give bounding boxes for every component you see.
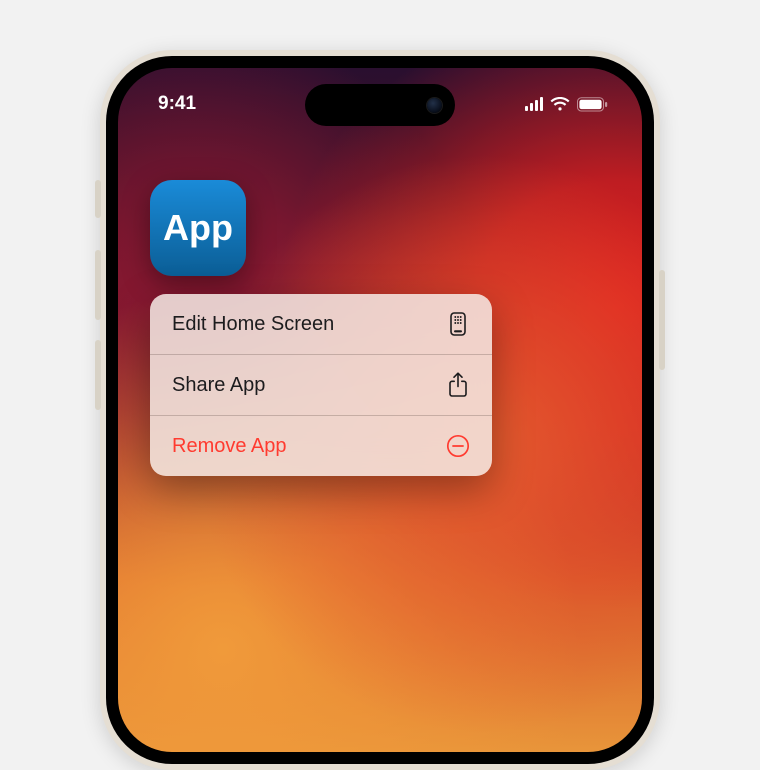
menu-item-label: Remove App [172,435,287,458]
phone-icon [446,312,470,336]
share-icon [446,373,470,397]
app-context-menu: Edit Home Screen [150,294,492,476]
remove-icon [446,434,470,458]
phone-bezel: 9:41 [106,56,654,764]
menu-item-label: Share App [172,374,265,397]
volume-down-button [95,340,101,410]
app-icon-label: App [163,207,233,249]
volume-up-button [95,250,101,320]
battery-icon [577,97,608,112]
phone-device-frame: 9:41 [100,50,660,770]
menu-item-edit-home-screen[interactable]: Edit Home Screen [150,294,492,354]
status-icons [525,97,609,112]
status-time: 9:41 [158,93,196,115]
side-button [95,180,101,218]
power-button [659,270,665,370]
menu-item-remove-app[interactable]: Remove App [150,415,492,476]
dynamic-island [305,84,455,126]
menu-item-share-app[interactable]: Share App [150,354,492,415]
wifi-icon [550,97,570,112]
menu-item-label: Edit Home Screen [172,313,334,336]
home-screen[interactable]: 9:41 [118,68,642,752]
cellular-signal-icon [525,97,544,111]
front-camera [427,98,442,113]
app-icon[interactable]: App [150,180,246,276]
